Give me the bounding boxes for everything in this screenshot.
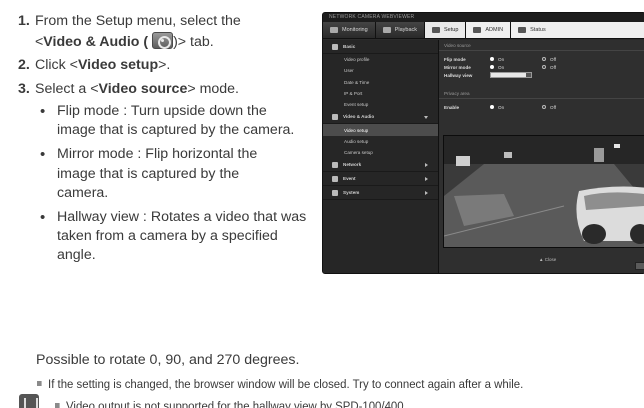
- sidebar-item-ip-port[interactable]: IP & Port: [323, 88, 438, 99]
- flip-off-radio[interactable]: Off: [542, 57, 556, 62]
- note-icon: [19, 394, 39, 408]
- event-icon: [332, 175, 338, 182]
- mode-list: Flip mode : Turn upside down the image t…: [37, 102, 318, 266]
- mirror-off-radio[interactable]: Off: [542, 65, 556, 70]
- step-bold: Video & Audio (: [43, 33, 149, 50]
- flip-mode-row: Flip mode On Off: [444, 56, 557, 62]
- sidebar-item-video-profile[interactable]: Video profile: [323, 54, 438, 65]
- step-number: 2.: [18, 57, 30, 73]
- setup-sidebar: Basic Video profile User Date & Time IP …: [323, 40, 439, 273]
- sidebar-group-video-audio[interactable]: Video & Audio: [323, 110, 438, 125]
- flip-on-radio[interactable]: On: [490, 57, 542, 62]
- step-number: 3.: [18, 80, 30, 97]
- system-icon: [332, 189, 338, 196]
- video-setup-panel: Video source Flip mode On Off Mirror mod…: [439, 40, 644, 273]
- tab-monitoring[interactable]: Monitoring: [323, 22, 376, 38]
- parking-garage-image: [444, 136, 644, 247]
- tab-admin[interactable]: ADMIN: [466, 22, 512, 38]
- tab-status[interactable]: Status: [511, 22, 644, 38]
- rotate-note: Possible to rotate 0, 90, and 270 degree…: [36, 352, 300, 368]
- tab-setup[interactable]: Setup: [425, 22, 467, 38]
- basic-icon: [332, 43, 338, 50]
- sidebar-item-date-time[interactable]: Date & Time: [323, 77, 438, 88]
- bullet-flip-mode: Flip mode : Turn upside down the image t…: [37, 102, 307, 140]
- camera-preview: [443, 135, 644, 248]
- webviewer-screenshot: NETWORK CAMERA WEBVIEWER Monitoring Play…: [322, 12, 644, 274]
- step-2: 2. Click <Video setup>.: [18, 56, 318, 76]
- bullet-hallway-view: Hallway view : Rotates a video that was …: [37, 208, 317, 266]
- video-audio-icon: [152, 31, 174, 49]
- browser-close-note: If the setting is changed, the browser w…: [37, 377, 523, 391]
- step-1: 1. From the Setup menu, select the <Vide…: [18, 13, 241, 50]
- status-icon: [518, 27, 527, 33]
- bullet-mirror-mode: Mirror mode : Flip horizontal the image …: [37, 145, 277, 203]
- chevron-right-icon: [425, 191, 428, 196]
- user-icon: [473, 27, 482, 33]
- hallway-output-note: Video output is not supported for the ha…: [55, 399, 407, 408]
- section-privacy-area: Privacy area: [439, 88, 644, 99]
- playback-icon: [382, 27, 391, 33]
- step-number: 1.: [18, 13, 30, 29]
- step-bold: Video source: [98, 80, 188, 97]
- section-video-source: Video source: [439, 40, 644, 51]
- viewer-body: Basic Video profile User Date & Time IP …: [323, 40, 644, 273]
- sidebar-group-event[interactable]: Event: [323, 172, 438, 187]
- mirror-mode-row: Mirror mode On Off: [444, 64, 557, 70]
- setup-icon: [432, 27, 441, 33]
- hallway-view-select[interactable]: [490, 72, 532, 78]
- enable-on-radio[interactable]: On: [490, 105, 542, 110]
- monitor-icon: [330, 27, 338, 33]
- step-text: From the Setup menu, select the: [35, 13, 241, 29]
- tab-playback[interactable]: Playback: [375, 22, 426, 38]
- sidebar-item-event-setup[interactable]: Event setup: [323, 99, 438, 110]
- sidebar-item-user[interactable]: User: [323, 65, 438, 76]
- video-audio-icon: [332, 113, 338, 120]
- chevron-right-icon: [425, 163, 428, 168]
- sidebar-group-system[interactable]: System: [323, 186, 438, 201]
- step-bold: Video setup: [77, 57, 159, 73]
- apply-button[interactable]: [635, 262, 644, 270]
- chevron-right-icon: [425, 177, 428, 182]
- chevron-down-icon: [424, 116, 428, 120]
- network-icon: [332, 161, 338, 168]
- sidebar-group-network[interactable]: Network: [323, 158, 438, 173]
- sidebar-item-camera-setup[interactable]: Camera setup: [323, 147, 438, 158]
- viewer-title: NETWORK CAMERA WEBVIEWER: [323, 13, 644, 22]
- mirror-on-radio[interactable]: On: [490, 65, 542, 70]
- sidebar-group-basic[interactable]: Basic: [323, 40, 438, 54]
- viewer-tabs: Monitoring Playback Setup ADMIN Status: [323, 22, 644, 39]
- enable-off-radio[interactable]: Off: [542, 105, 556, 110]
- close-toggle[interactable]: ▲ Close: [539, 257, 556, 262]
- sidebar-item-audio-setup[interactable]: Audio setup: [323, 136, 438, 147]
- privacy-enable-row: Enable On Off: [444, 104, 557, 110]
- sidebar-item-video-setup[interactable]: Video setup: [323, 124, 438, 136]
- instructions: 1. From the Setup menu, select the <Vide…: [18, 12, 318, 266]
- hallway-view-row: Hallway view: [439, 71, 644, 79]
- step-3: 3. Select a <Video source> mode. Flip mo…: [18, 80, 318, 266]
